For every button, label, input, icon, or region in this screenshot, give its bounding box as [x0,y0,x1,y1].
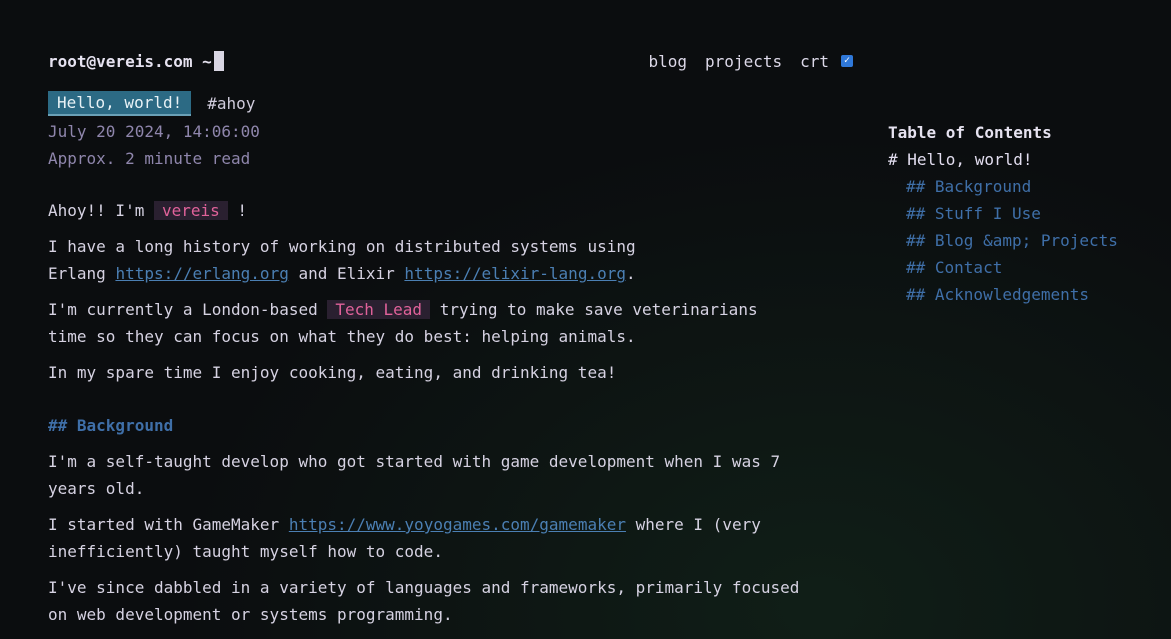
distributed-systems-paragraph: I have a long history of working on dist… [48,233,853,287]
page-content: root@vereis.com ~ blog projects crt ✓ He… [48,44,853,628]
p2-text-d: . [625,264,636,283]
intro-text: Ahoy!! I'm [48,201,154,220]
toc-item-background[interactable]: ## Background [888,173,1158,200]
p2-text-b: Erlang [48,264,116,283]
gamemaker-paragraph: I started with GameMaker https://www.yoy… [48,511,853,565]
toc-item-contact[interactable]: ## Contact [888,254,1158,281]
top-nav: blog projects crt ✓ [649,52,853,71]
intro-end: ! [227,201,248,220]
p6-text-a: I started with GameMaker [48,515,289,534]
p6-text-c: inefficiently) taught myself how to code… [48,542,443,561]
p2-text-c: and Elixir [288,264,405,283]
nav-blog-link[interactable]: blog [649,52,688,71]
toc-item-acknowledgements[interactable]: ## Acknowledgements [888,281,1158,308]
p6-text-b: where I (very [625,515,761,534]
intro-paragraph: Ahoy!! I'm vereis ! [48,197,853,224]
toc-title: Table of Contents [888,123,1052,142]
background-heading: ## Background [48,416,174,435]
tech-lead-highlight: Tech Lead [327,300,431,319]
post-meta-row: Hello, world! #ahoy [48,90,853,116]
crt-toggle-label[interactable]: crt [800,52,829,71]
elixir-link[interactable]: https://elixir-lang.org [404,264,626,283]
cursor-block-icon [213,51,224,71]
nav-projects-link[interactable]: projects [705,52,782,71]
read-time: Approx. 2 minute read [48,149,251,168]
p3-text-c: time so they can focus on what they do b… [48,327,636,346]
erlang-link[interactable]: https://erlang.org [115,264,288,283]
p5-line1: I'm a self-taught develop who got starte… [48,452,781,471]
toc-item-stuff-i-use[interactable]: ## Stuff I Use [888,200,1158,227]
prompt-text[interactable]: root@vereis.com ~ [48,52,212,71]
post-title: Hello, world! [48,90,192,116]
p5-line2: years old. [48,479,145,498]
author-name-highlight: vereis [153,201,228,220]
post-date: July 20 2024, 14:06:00 [48,122,260,141]
p2-line1: I have a long history of working on dist… [48,237,636,256]
terminal-prompt: root@vereis.com ~ [48,51,224,71]
post-tag[interactable]: #ahoy [207,94,255,113]
p3-text-a: I'm currently a London-based [48,300,328,319]
gamemaker-link[interactable]: https://www.yoyogames.com/gamemaker [289,515,626,534]
languages-paragraph: I've since dabbled in a variety of langu… [48,574,853,628]
spare-time-paragraph: In my spare time I enjoy cooking, eating… [48,363,617,382]
site-header: root@vereis.com ~ blog projects crt ✓ [48,44,853,78]
table-of-contents: Table of Contents # Hello, world! ## Bac… [888,119,1158,308]
role-paragraph: I'm currently a London-based Tech Lead t… [48,296,853,350]
crt-checkbox[interactable]: ✓ [841,55,853,67]
toc-item-hello-world[interactable]: # Hello, world! [888,146,1158,173]
toc-item-blog-projects[interactable]: ## Blog &amp; Projects [888,227,1158,254]
p7-line2: on web development or systems programmin… [48,605,453,624]
p7-line1: I've since dabbled in a variety of langu… [48,578,800,597]
self-taught-paragraph: I'm a self-taught develop who got starte… [48,448,853,502]
p3-text-b: trying to make save veterinarians [430,300,758,319]
